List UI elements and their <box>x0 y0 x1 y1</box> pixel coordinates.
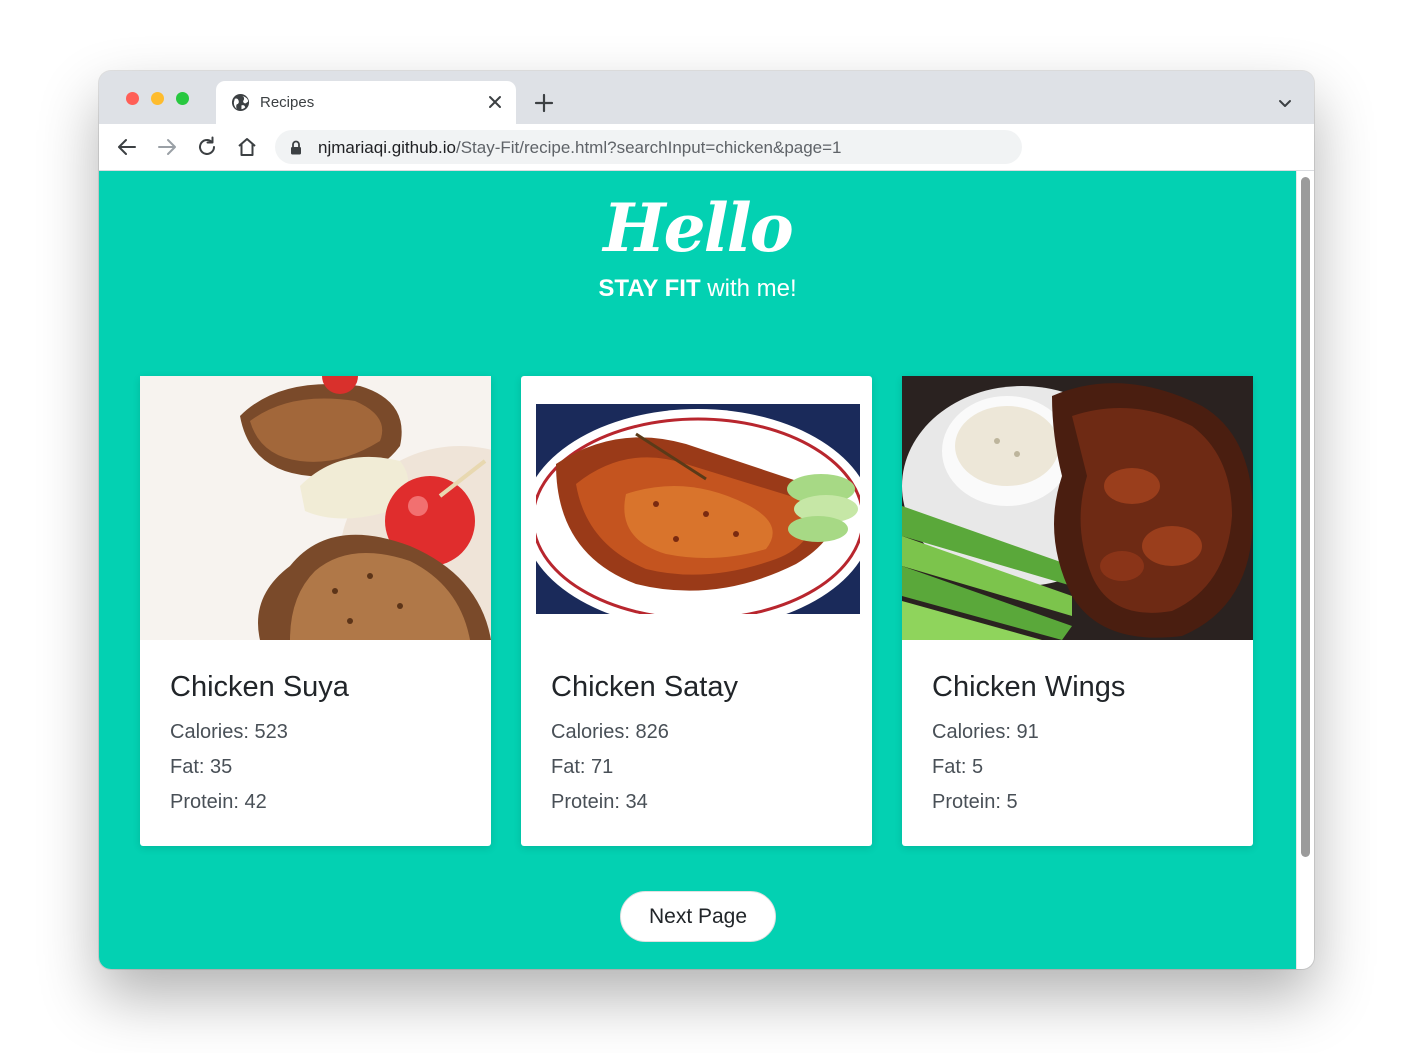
recipe-protein: Protein: 34 <box>551 791 648 813</box>
recipe-image-chicken-wings <box>902 376 1253 640</box>
chevron-down-icon[interactable] <box>1275 93 1295 113</box>
browser-toolbar: njmariaqi.github.io/Stay-Fit/recipe.html… <box>99 124 1314 171</box>
recipe-fat: Fat: 35 <box>170 756 233 778</box>
page-content: Hello STAY FIT with me! Chicken Suya Cal… <box>99 171 1296 969</box>
address-bar[interactable]: njmariaqi.github.io/Stay-Fit/recipe.html… <box>275 130 1022 164</box>
recipe-fat: Fat: 71 <box>551 756 614 778</box>
reload-icon[interactable] <box>195 135 219 159</box>
recipe-calories: Calories: 91 <box>932 721 1039 743</box>
recipe-protein: Protein: 42 <box>170 791 267 813</box>
recipe-calories: Calories: 523 <box>170 721 288 743</box>
lock-icon <box>291 140 301 155</box>
tab-recipes[interactable]: Recipes <box>216 81 516 124</box>
recipe-card-chicken-satay[interactable]: Chicken Satay Calories: 826 Fat: 71 Prot… <box>521 376 872 846</box>
minimize-window-button[interactable] <box>151 92 164 105</box>
recipe-name[interactable]: Chicken Suya <box>170 671 349 704</box>
close-window-button[interactable] <box>126 92 139 105</box>
vertical-scrollbar[interactable] <box>1296 171 1314 969</box>
home-icon[interactable] <box>235 135 259 159</box>
close-tab-icon[interactable] <box>486 93 504 111</box>
browser-window: Recipes njmariaqi.github.io/Stay-Fit/rec… <box>99 71 1314 969</box>
tab-title: Recipes <box>260 94 315 111</box>
maximize-window-button[interactable] <box>176 92 189 105</box>
hero-title: Hello <box>603 189 794 267</box>
back-arrow-icon[interactable] <box>115 135 139 159</box>
hero-subtitle: STAY FIT with me! <box>99 275 1296 303</box>
recipe-card-chicken-suya[interactable]: Chicken Suya Calories: 523 Fat: 35 Prote… <box>140 376 491 846</box>
scrollbar-thumb[interactable] <box>1301 177 1310 857</box>
recipe-card-chicken-wings[interactable]: Chicken Wings Calories: 91 Fat: 5 Protei… <box>902 376 1253 846</box>
hero-subtitle-rest: with me! <box>700 275 797 302</box>
new-tab-icon[interactable] <box>533 92 555 114</box>
tab-strip: Recipes <box>99 71 1314 124</box>
recipe-image-chicken-suya <box>140 376 491 640</box>
url-path: /Stay-Fit/recipe.html?searchInput=chicke… <box>455 138 842 157</box>
recipe-name[interactable]: Chicken Wings <box>932 671 1125 704</box>
globe-icon <box>231 93 250 112</box>
url-text: njmariaqi.github.io/Stay-Fit/recipe.html… <box>318 138 842 158</box>
forward-arrow-icon[interactable] <box>155 135 179 159</box>
recipe-name[interactable]: Chicken Satay <box>551 671 738 704</box>
recipe-calories: Calories: 826 <box>551 721 669 743</box>
url-host: njmariaqi.github.io <box>318 138 456 157</box>
recipe-fat: Fat: 5 <box>932 756 984 778</box>
next-page-button[interactable]: Next Page <box>620 891 776 942</box>
recipe-protein: Protein: 5 <box>932 791 1018 813</box>
recipe-image-chicken-satay <box>536 404 860 614</box>
hero-subtitle-strong: STAY FIT <box>598 275 701 302</box>
